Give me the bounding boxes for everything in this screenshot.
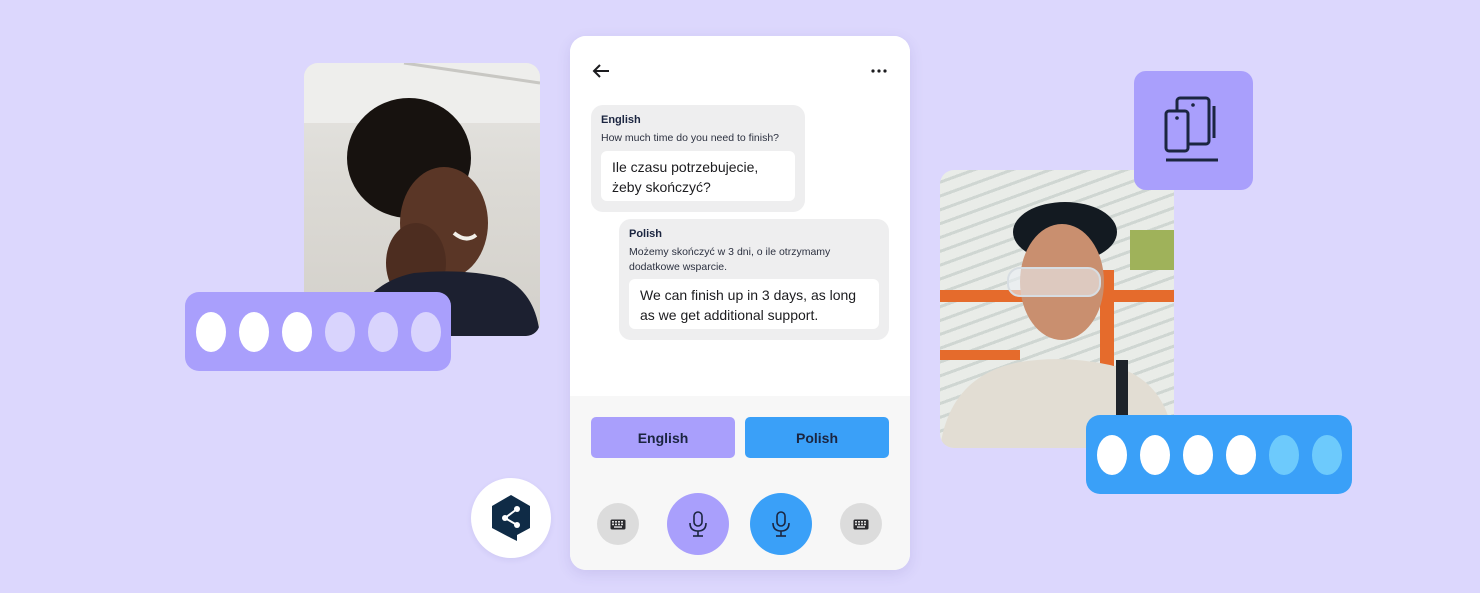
message-language: English	[601, 114, 641, 126]
message-source-text: How much time do you need to finish?	[601, 132, 780, 144]
indicator-dot-inactive	[410, 311, 441, 352]
language-button-polish[interactable]: Polish	[745, 417, 889, 458]
indicator-dot-active	[281, 311, 312, 352]
keyboard-icon	[610, 519, 626, 529]
indicator-dot-active	[1182, 434, 1213, 475]
deepl-logo-icon	[492, 495, 530, 541]
indicator-dot-inactive	[324, 311, 355, 352]
logo-badge	[471, 478, 551, 558]
translator-phone: English How much time do you need to fin…	[570, 36, 910, 570]
microphone-icon	[772, 511, 790, 537]
indicator-dot-active	[238, 311, 269, 352]
keyboard-icon	[853, 519, 869, 529]
speaker-photo-man	[940, 170, 1174, 448]
devices-icon	[1164, 96, 1218, 161]
indicator-dot-active	[1225, 434, 1256, 475]
indicator-dot-active	[1139, 434, 1170, 475]
devices-tile	[1134, 71, 1253, 190]
conversation-area	[570, 36, 910, 396]
message-bubble: English How much time do you need to fin…	[591, 105, 805, 212]
message-translation: Ile czasu potrzebujecie, żeby skończyć?	[601, 151, 795, 201]
message-source-text: Możemy skończyć w 3 dni, o ile otrzymamy…	[629, 246, 831, 273]
microphone-button-english[interactable]	[667, 493, 729, 555]
left-speaker-indicator	[185, 292, 451, 371]
indicator-dot-inactive	[367, 311, 398, 352]
message-language: Polish	[629, 228, 663, 240]
language-button-english[interactable]: English	[591, 417, 735, 458]
message-translation: We can finish up in 3 days, as long as w…	[629, 279, 879, 329]
keyboard-button-right[interactable]	[840, 503, 882, 545]
more-options-button[interactable]	[868, 60, 890, 82]
indicator-dot-inactive	[1311, 434, 1342, 475]
microphone-icon	[689, 511, 707, 537]
man-figure	[940, 202, 1174, 448]
keyboard-button-left[interactable]	[597, 503, 639, 545]
back-button[interactable]	[590, 60, 612, 82]
microphone-button-polish[interactable]	[750, 493, 812, 555]
right-speaker-indicator	[1086, 415, 1352, 494]
indicator-dot-active	[195, 311, 226, 352]
arrow-left-icon	[592, 64, 609, 78]
indicator-dot-inactive	[1268, 434, 1299, 475]
indicator-dot-active	[1096, 434, 1127, 475]
message-bubble: Polish Możemy skończyć w 3 dni, o ile ot…	[619, 219, 889, 340]
more-horizontal-icon	[871, 69, 887, 73]
